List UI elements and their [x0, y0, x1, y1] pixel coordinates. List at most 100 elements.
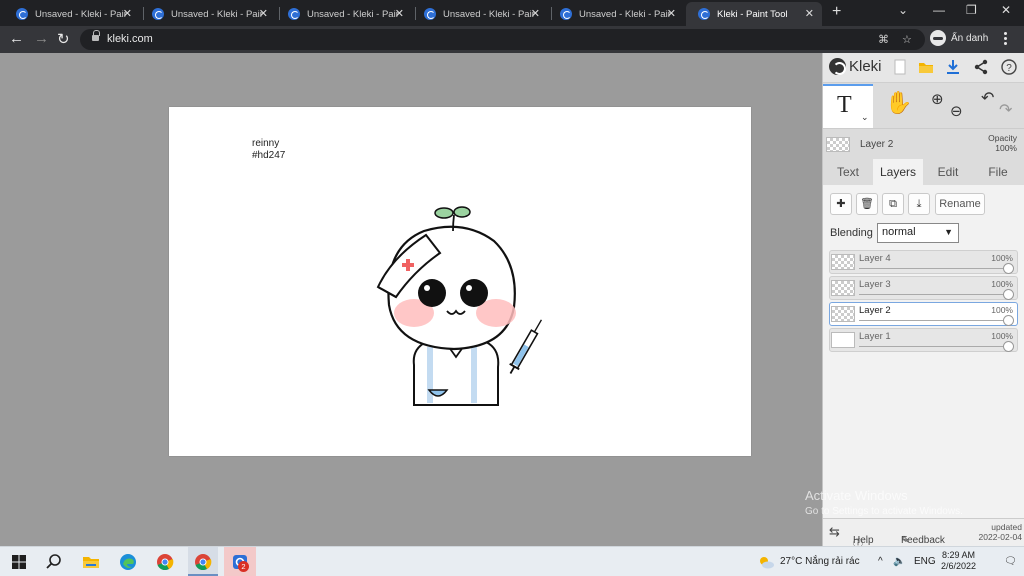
- layer-name: Layer 2: [859, 305, 891, 316]
- tab-file[interactable]: File: [973, 159, 1023, 185]
- zoom-out-icon[interactable]: ⊖: [950, 102, 963, 120]
- layer-opacity-handle[interactable]: [1003, 315, 1014, 326]
- swap-sides-icon[interactable]: ⇆: [829, 524, 840, 540]
- layer-name: Layer 3: [859, 279, 891, 290]
- hand-tool-icon[interactable]: ✋: [885, 90, 912, 116]
- speaker-icon[interactable]: 🔈: [893, 556, 905, 567]
- weather-sun-cloud-icon[interactable]: [757, 553, 775, 571]
- kleki-app-button[interactable]: 2: [224, 547, 256, 576]
- artist-signature: reinny #hd247: [252, 138, 285, 162]
- windows-start-icon[interactable]: [10, 553, 28, 571]
- translate-icon[interactable]: ⌘: [878, 33, 889, 46]
- layer-opacity-track[interactable]: [859, 346, 1009, 347]
- open-folder-icon[interactable]: [918, 59, 934, 75]
- canvas-workspace[interactable]: reinny #hd247: [0, 53, 822, 546]
- forward-arrow-icon[interactable]: →: [34, 30, 49, 47]
- signature-tag: #hd247: [252, 150, 286, 161]
- close-tab-icon[interactable]: ✕: [123, 7, 132, 20]
- layer-thumbnail: [831, 332, 855, 348]
- file-explorer-icon[interactable]: [82, 553, 100, 571]
- browser-toolbar: ← → ↻ kleki.com ⌘ ☆ Ẩn danh: [0, 26, 1024, 53]
- browser-tab[interactable]: Unsaved - Kleki - Paint ✕: [548, 2, 684, 26]
- kleki-logo-icon: [829, 58, 846, 75]
- tab-title: Unsaved - Kleki - Paint: [171, 8, 263, 20]
- chrome-active-app[interactable]: [188, 547, 218, 576]
- tab-title: Kleki - Paint Tool: [717, 8, 788, 20]
- tool-bar: T ⌄ ✋ ⊕ ⊖ ↶ ↷: [823, 84, 1024, 128]
- chevron-down-icon[interactable]: ⌄: [861, 112, 869, 123]
- layer-opacity: 100%: [991, 305, 1013, 315]
- text-tool-button[interactable]: T ⌄: [823, 84, 873, 128]
- browser-tab-active[interactable]: Kleki - Paint Tool ✕: [686, 2, 822, 26]
- duplicate-layer-button[interactable]: ⧉: [882, 193, 904, 215]
- back-arrow-icon[interactable]: ←: [9, 30, 24, 47]
- tab-layers[interactable]: Layers: [873, 159, 923, 185]
- kleki-header: Kleki ?: [823, 53, 1024, 83]
- help-circle-icon[interactable]: ?: [1001, 59, 1017, 75]
- layer-opacity-track[interactable]: [859, 294, 1009, 295]
- undo-icon[interactable]: ↶: [981, 88, 994, 108]
- minimize-window-button[interactable]: —: [933, 3, 945, 17]
- zoom-in-icon[interactable]: ⊕: [931, 90, 944, 108]
- delete-layer-button[interactable]: 🗑: [856, 193, 878, 215]
- blending-select[interactable]: normal ▼: [877, 223, 959, 243]
- rename-button[interactable]: Rename: [935, 193, 985, 215]
- layer-opacity-handle[interactable]: [1003, 341, 1014, 352]
- kleki-favicon-icon: [288, 8, 300, 20]
- tab-text[interactable]: Text: [823, 159, 873, 185]
- layer-item[interactable]: Layer 3 100%: [829, 276, 1018, 300]
- show-hidden-icons-chevron-icon[interactable]: ^: [878, 556, 883, 567]
- drawing-canvas[interactable]: reinny #hd247: [169, 107, 751, 456]
- kleki-logo-text: Kleki: [849, 58, 882, 75]
- browser-menu-icon[interactable]: [1004, 32, 1007, 47]
- address-bar[interactable]: kleki.com ⌘ ☆: [80, 29, 925, 50]
- layer-item-selected[interactable]: Layer 2 100%: [829, 302, 1018, 326]
- redo-icon[interactable]: ↷: [999, 100, 1012, 120]
- close-tab-icon[interactable]: ✕: [531, 7, 540, 20]
- layer-opacity-handle[interactable]: [1003, 263, 1014, 274]
- text-tool-icon: T: [837, 92, 852, 118]
- add-layer-button[interactable]: ✚: [830, 193, 852, 215]
- incognito-profile-button[interactable]: Ẩn danh: [930, 30, 988, 46]
- close-tab-icon[interactable]: ✕: [259, 7, 268, 20]
- system-clock[interactable]: 8:29 AM 2/6/2022: [941, 550, 976, 572]
- svg-text:?: ?: [1006, 63, 1012, 74]
- browser-tab[interactable]: Unsaved - Kleki - Paint ✕: [4, 2, 140, 26]
- browser-tab[interactable]: Unsaved - Kleki - Paint ✕: [412, 2, 548, 26]
- tab-title: Unsaved - Kleki - Paint: [35, 8, 127, 20]
- share-icon[interactable]: [973, 59, 989, 75]
- language-indicator[interactable]: ENG: [914, 556, 936, 567]
- download-icon[interactable]: [945, 59, 961, 75]
- layer-item[interactable]: Layer 4 100%: [829, 250, 1018, 274]
- layer-opacity-track[interactable]: [859, 320, 1009, 321]
- layer-opacity-handle[interactable]: [1003, 289, 1014, 300]
- browser-tab[interactable]: Unsaved - Kleki - Paint ✕: [140, 2, 276, 26]
- notification-center-icon[interactable]: 🗨: [1004, 556, 1017, 567]
- lock-icon[interactable]: [92, 30, 100, 42]
- merge-layer-button[interactable]: ⤓: [908, 193, 930, 215]
- weather-text[interactable]: 27°C Nắng rải rác: [780, 556, 860, 567]
- search-icon[interactable]: [45, 553, 63, 571]
- bookmark-star-icon[interactable]: ☆: [902, 33, 912, 46]
- close-window-button[interactable]: ✕: [1001, 3, 1011, 17]
- url-text[interactable]: kleki.com: [107, 33, 153, 45]
- restore-window-button[interactable]: ❐: [966, 3, 977, 17]
- new-tab-button[interactable]: +: [832, 3, 841, 21]
- layer-item[interactable]: Layer 1 100%: [829, 328, 1018, 352]
- layer-opacity-track[interactable]: [859, 268, 1009, 269]
- chrome-icon[interactable]: [156, 553, 174, 571]
- layer-name: Layer 4: [859, 253, 891, 264]
- new-image-icon[interactable]: [892, 59, 908, 75]
- edge-browser-icon[interactable]: [119, 553, 137, 571]
- tab-edit[interactable]: Edit: [923, 159, 973, 185]
- panel-footer: ⇆ ⓘ Help ✎ Feedback updated 2022-02-04: [823, 518, 1024, 550]
- browser-tab[interactable]: Unsaved - Kleki - Paint ✕: [276, 2, 412, 26]
- trash-icon: 🗑: [860, 198, 874, 210]
- close-tab-icon[interactable]: ✕: [667, 7, 676, 20]
- close-tab-icon[interactable]: ✕: [805, 7, 814, 20]
- reload-icon[interactable]: ↻: [57, 30, 70, 48]
- tab-search-chevron-icon[interactable]: ⌄: [898, 3, 908, 17]
- close-tab-icon[interactable]: ✕: [395, 7, 404, 20]
- clock-date: 2/6/2022: [941, 561, 977, 571]
- kleki-logo[interactable]: Kleki: [829, 58, 882, 75]
